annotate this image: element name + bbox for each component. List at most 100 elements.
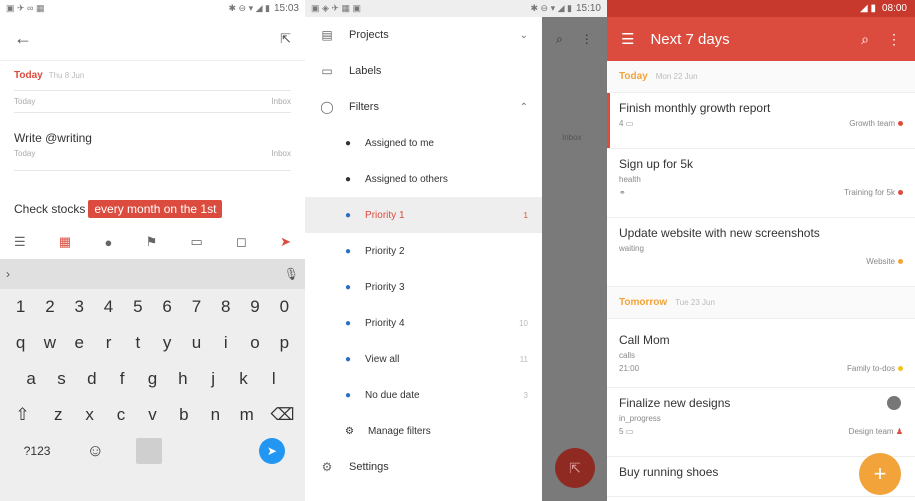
key[interactable]: o — [242, 333, 268, 353]
key[interactable]: 5 — [125, 297, 151, 317]
day-date: Tue 23 Jun — [675, 298, 715, 307]
enter-key[interactable]: ➤ — [258, 438, 285, 464]
key[interactable]: q — [8, 333, 34, 353]
mic-icon[interactable]: 🎙 — [284, 267, 299, 281]
key[interactable]: 0 — [271, 297, 297, 317]
notification-icons: ▣ ◈ ✈ ▦ ▣ — [311, 3, 361, 13]
assign-icon[interactable]: ● — [104, 235, 112, 250]
filter-count: 11 — [519, 354, 528, 364]
key[interactable]: v — [139, 405, 165, 425]
task-row-0[interactable]: Today Inbox — [14, 91, 291, 113]
key[interactable]: w — [37, 333, 63, 353]
task-item[interactable]: Update website with new screenshots wait… — [607, 218, 915, 287]
key-row-space: ?123 ☺ ➤ — [0, 433, 305, 469]
drawer-item-filters[interactable]: ◯ Filters ⌃ — [305, 89, 542, 125]
key[interactable]: d — [79, 369, 105, 389]
key[interactable]: 8 — [213, 297, 239, 317]
key[interactable]: 3 — [66, 297, 92, 317]
filter-label: Assigned to others — [365, 173, 448, 185]
backspace-icon[interactable]: ⌫ — [270, 405, 296, 425]
key[interactable]: i — [213, 333, 239, 353]
key[interactable]: p — [271, 333, 297, 353]
calendar-icon[interactable]: ▦ — [59, 234, 71, 250]
task-item[interactable]: Finalize new designs in_progress 5 ▭ Desi… — [607, 388, 915, 457]
filter-label: View all — [365, 353, 400, 365]
filter-no-due-date[interactable]: ● No due date 3 — [305, 377, 542, 413]
drop-icon: ● — [345, 137, 352, 149]
key[interactable]: r — [96, 333, 122, 353]
drawer-scrim[interactable]: ⌕ ⋮ Inbox — [542, 17, 607, 501]
key[interactable]: 9 — [242, 297, 268, 317]
expand-icon[interactable]: › — [6, 267, 10, 281]
navigation-drawer: ▤ Projects ⌄ ▭ Labels ◯ Filters ⌃ ● Assigned t… — [305, 17, 542, 501]
key[interactable]: z — [45, 405, 71, 425]
key[interactable]: h — [170, 369, 196, 389]
filter-priority-4[interactable]: ● Priority 4 10 — [305, 305, 542, 341]
filter-view-all[interactable]: ● View all 11 — [305, 341, 542, 377]
drawer-item-labels[interactable]: ▭ Labels — [305, 53, 542, 89]
filter-priority-3[interactable]: ● Priority 3 — [305, 269, 542, 305]
key[interactable]: m — [234, 405, 260, 425]
key[interactable]: 1 — [8, 297, 34, 317]
filter-priority-1[interactable]: ● Priority 1 1 — [305, 197, 542, 233]
key[interactable]: f — [109, 369, 135, 389]
key[interactable]: c — [108, 405, 134, 425]
key[interactable]: k — [230, 369, 256, 389]
comment-icon: ▭ — [625, 119, 634, 128]
shift-icon[interactable]: ⇧ — [10, 405, 36, 425]
comment-count: 5 — [619, 427, 624, 436]
menu-icon[interactable]: ☰ — [621, 30, 634, 48]
filter-assigned-to-me[interactable]: ● Assigned to me — [305, 125, 542, 161]
comment-icon[interactable]: ◻ — [236, 234, 247, 250]
key[interactable]: e — [66, 333, 92, 353]
key-row-top: qwertyuiop — [0, 325, 305, 361]
task-label: health — [619, 175, 641, 184]
key[interactable]: n — [202, 405, 228, 425]
open-external-icon[interactable]: ⇱ — [280, 31, 291, 47]
flag-icon[interactable]: ⚑ — [146, 234, 158, 250]
drawer-item-projects[interactable]: ▤ Projects ⌄ — [305, 17, 542, 53]
key[interactable]: g — [139, 369, 165, 389]
task-item[interactable]: Sign up for 5k health ⚭ Training for 5k — [607, 149, 915, 218]
page-title: Next 7 days — [650, 30, 730, 48]
symbols-key[interactable]: ?123 — [20, 444, 54, 458]
label-icon[interactable]: ▭ — [190, 234, 202, 250]
status-time: 08:00 — [881, 3, 907, 14]
filter-label: Priority 1 — [365, 209, 405, 221]
key[interactable]: a — [18, 369, 44, 389]
overflow-menu-icon[interactable]: ⋮ — [887, 31, 901, 48]
emoji-icon[interactable]: ☺ — [82, 441, 108, 461]
back-arrow-icon[interactable]: ← — [14, 28, 32, 49]
search-icon[interactable]: ⌕ — [861, 31, 869, 48]
key[interactable]: l — [261, 369, 287, 389]
task-row-1[interactable]: Write @writing Today Inbox — [14, 113, 291, 171]
quick-add-input[interactable]: Check stocks every month on the 1st — [0, 189, 305, 229]
key[interactable]: b — [171, 405, 197, 425]
send-icon[interactable]: ➤ — [280, 234, 291, 250]
task-project: Design team — [848, 427, 894, 436]
key[interactable]: t — [125, 333, 151, 353]
space-key[interactable] — [136, 438, 163, 464]
task-item[interactable]: Finish monthly growth report 4 ▭ Growth t… — [607, 93, 915, 149]
key[interactable]: s — [48, 369, 74, 389]
key[interactable]: j — [200, 369, 226, 389]
status-icons: ✱ ⊖ ▾ ◢ ▮ — [530, 3, 572, 13]
key[interactable]: y — [154, 333, 180, 353]
filter-priority-2[interactable]: ● Priority 2 — [305, 233, 542, 269]
day-header-today: Today Mon 22 Jun — [607, 61, 915, 93]
drawer-item-settings[interactable]: ⚙ Settings — [305, 449, 542, 485]
task-item[interactable]: Call Mom calls 21:00 Family to-dos — [607, 319, 915, 388]
key[interactable]: x — [77, 405, 103, 425]
key[interactable]: u — [183, 333, 209, 353]
key[interactable]: 2 — [37, 297, 63, 317]
key[interactable]: 6 — [154, 297, 180, 317]
add-task-fab[interactable]: + — [859, 453, 901, 495]
project-color-dot — [898, 259, 903, 264]
project-icon[interactable]: ☰ — [14, 234, 26, 250]
fab-add-button: ⇱ — [555, 448, 595, 488]
key[interactable]: 4 — [96, 297, 122, 317]
due-date-pill[interactable]: every month on the 1st — [88, 200, 223, 218]
key[interactable]: 7 — [183, 297, 209, 317]
filter-assigned-to-others[interactable]: ● Assigned to others — [305, 161, 542, 197]
manage-filters[interactable]: ⚙ Manage filters — [305, 413, 542, 449]
